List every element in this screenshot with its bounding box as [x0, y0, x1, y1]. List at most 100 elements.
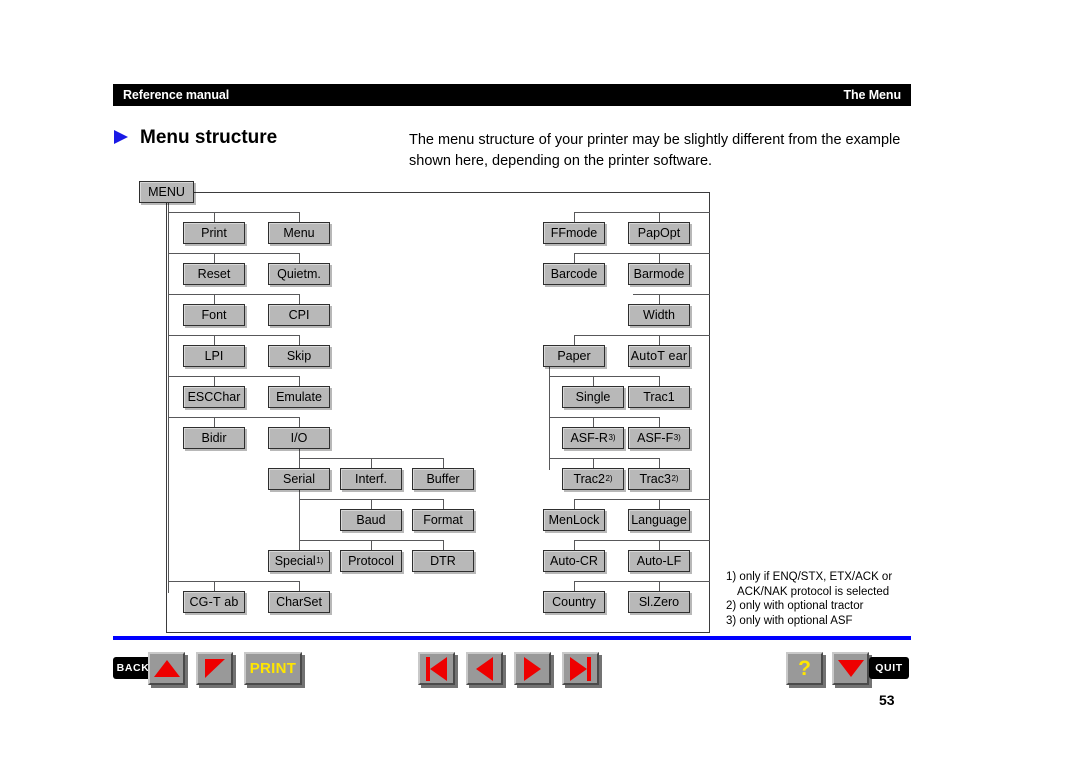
stub-barmode: [659, 253, 660, 263]
menu-node-lpi[interactable]: LPI: [183, 345, 245, 367]
menu-node-baud[interactable]: Baud: [340, 509, 402, 531]
menu-node-autocr[interactable]: Auto-CR: [543, 550, 605, 572]
menu-node-font[interactable]: Font: [183, 304, 245, 326]
branch-row-width: [633, 294, 710, 295]
menu-node-trac3[interactable]: Trac3 2): [628, 468, 690, 490]
branch-row-reset: [168, 253, 300, 254]
stub-emulate: [299, 376, 300, 386]
stub-single: [593, 376, 594, 386]
menu-node-skip[interactable]: Skip: [268, 345, 330, 367]
branch-row-ffmode: [574, 212, 710, 213]
stub-charset: [299, 581, 300, 591]
menu-node-reset[interactable]: Reset: [183, 263, 245, 285]
menu-node-trac1[interactable]: Trac1: [628, 386, 690, 408]
branch-row-asf: [549, 417, 660, 418]
menu-node-escchar[interactable]: ESCChar: [183, 386, 245, 408]
menu-node-label: CPI: [288, 308, 310, 322]
branch-row-paper: [574, 335, 710, 336]
stub-format: [443, 499, 444, 509]
stub-protocol: [371, 540, 372, 550]
menu-node-label: Barcode: [550, 267, 598, 281]
menu-node-label: Baud: [356, 513, 386, 527]
last-page-button[interactable]: [562, 652, 599, 685]
down-button[interactable]: [196, 652, 233, 685]
menu-node-menu[interactable]: MENU: [139, 181, 194, 203]
menu-node-label: Paper: [557, 349, 591, 363]
menu-node-label: Skip: [286, 349, 312, 363]
menu-node-autolf[interactable]: Auto-LF: [628, 550, 690, 572]
branch-row-print: [168, 212, 300, 213]
menu-node-label: Country: [552, 595, 596, 609]
branch-row-single: [549, 376, 660, 377]
blue-divider: [113, 636, 911, 640]
menu-node-protocol[interactable]: Protocol: [340, 550, 402, 572]
menu-node-special[interactable]: Special 1): [268, 550, 330, 572]
menu-node-charset[interactable]: CharSet: [268, 591, 330, 613]
page-header-bar: Reference manual The Menu: [113, 84, 911, 106]
menu-node-slzero[interactable]: Sl.Zero: [628, 591, 690, 613]
menu-node-cgtab[interactable]: CG-T ab: [183, 591, 245, 613]
menu-node-label: Single: [575, 390, 611, 404]
stub-barcode: [574, 253, 575, 263]
header-left-text: Reference manual: [123, 88, 230, 102]
menu-node-cpi[interactable]: CPI: [268, 304, 330, 326]
menu-node-barcode[interactable]: Barcode: [543, 263, 605, 285]
menu-node-asff[interactable]: ASF-F 3): [628, 427, 690, 449]
menu-node-emulate[interactable]: Emulate: [268, 386, 330, 408]
back-up-button[interactable]: [148, 652, 185, 685]
menu-node-ffmode[interactable]: FFmode: [543, 222, 605, 244]
menu-node-label: Trac1: [643, 390, 675, 404]
menu-node-format[interactable]: Format: [412, 509, 474, 531]
stub-serial: [299, 458, 300, 468]
menu-node-label: Protocol: [348, 554, 394, 568]
menu-node-single[interactable]: Single: [562, 386, 624, 408]
stub-bidir: [214, 417, 215, 427]
first-page-button[interactable]: [418, 652, 455, 685]
branch-row-escchar: [168, 376, 300, 377]
quit-button[interactable]: [832, 652, 869, 685]
help-button[interactable]: ?: [786, 652, 823, 685]
menu-node-papopt[interactable]: PapOpt: [628, 222, 690, 244]
branch-row-bidir: [168, 417, 300, 418]
stub-lpi: [214, 335, 215, 345]
menu-node-language[interactable]: Language: [628, 509, 690, 531]
menu-node-quietm[interactable]: Quietm.: [268, 263, 330, 285]
stub-country: [574, 581, 575, 591]
menu-node-menu2[interactable]: Menu: [268, 222, 330, 244]
menu-node-barmode[interactable]: Barmode: [628, 263, 690, 285]
menu-node-bidir[interactable]: Bidir: [183, 427, 245, 449]
menu-node-label: MenLock: [548, 513, 600, 527]
menu-node-io[interactable]: I/O: [268, 427, 330, 449]
menu-node-buffer[interactable]: Buffer: [412, 468, 474, 490]
stub-skip: [299, 335, 300, 345]
menu-node-label: Menu: [283, 226, 315, 240]
back-label[interactable]: BACK: [113, 657, 153, 679]
frame-top-line: [194, 192, 710, 193]
stub-autocr: [574, 540, 575, 550]
menu-node-print[interactable]: Print: [183, 222, 245, 244]
menu-node-label: Language: [631, 513, 687, 527]
menu-node-menlock[interactable]: MenLock: [543, 509, 605, 531]
menu-node-width[interactable]: Width: [628, 304, 690, 326]
stub-quietm: [299, 253, 300, 263]
print-button[interactable]: PRINT: [244, 652, 302, 685]
previous-page-button[interactable]: [466, 652, 503, 685]
menu-node-trac2[interactable]: Trac2 2): [562, 468, 624, 490]
next-page-button[interactable]: [514, 652, 551, 685]
stub-trac2: [593, 458, 594, 468]
menu-node-dtr[interactable]: DTR: [412, 550, 474, 572]
menu-node-label: Trac3: [639, 472, 671, 486]
menu-node-asfr[interactable]: ASF-R 3): [562, 427, 624, 449]
quit-label[interactable]: QUIT: [869, 657, 909, 679]
menu-node-label: PapOpt: [637, 226, 681, 240]
menu-node-paper[interactable]: Paper: [543, 345, 605, 367]
menu-node-label: ASF-F: [637, 431, 674, 445]
menu-node-label: Sl.Zero: [638, 595, 680, 609]
menu-node-interf[interactable]: Interf.: [340, 468, 402, 490]
menu-node-autotear[interactable]: AutoT ear: [628, 345, 690, 367]
menu-node-country[interactable]: Country: [543, 591, 605, 613]
menu-node-serial[interactable]: Serial: [268, 468, 330, 490]
menu-node-label: Buffer: [426, 472, 460, 486]
stub-print: [214, 212, 215, 222]
stub-menu2: [299, 212, 300, 222]
